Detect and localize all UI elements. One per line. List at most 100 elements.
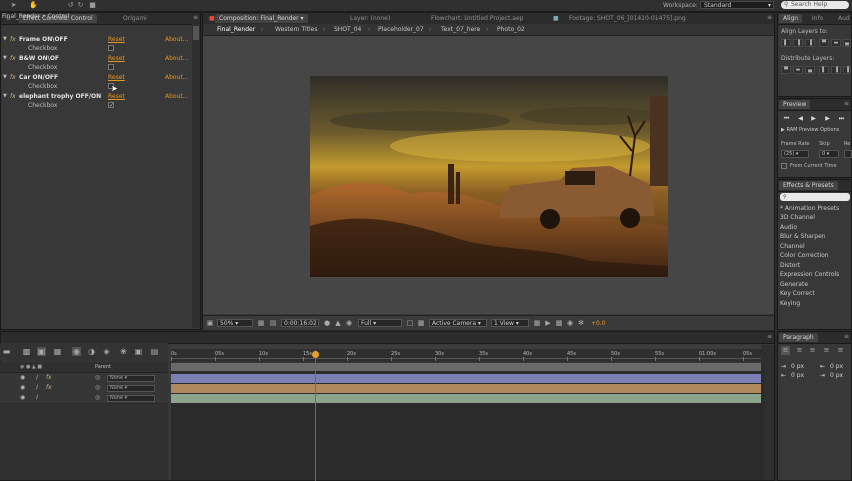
preset-category[interactable]: Channel [780,242,850,251]
show-snapshot-icon[interactable]: ▲ [334,319,342,327]
about-link[interactable]: About... [165,92,188,101]
preset-category[interactable]: Audio [780,223,850,232]
fx-icon[interactable]: fx [10,73,16,82]
visibility-icon[interactable]: ◉ [20,383,25,393]
distribute-top-icon[interactable]: ▀ [781,66,791,74]
shy-icon[interactable]: ∕ [36,383,38,393]
shy-icon[interactable]: ∕ [36,393,38,403]
parent-select[interactable]: None ▾ [107,385,155,392]
tab-paragraph[interactable]: Paragraph [779,333,818,342]
region-of-interest-icon[interactable]: □ [406,319,414,327]
tab-preview[interactable]: Preview [779,100,811,109]
from-current-checkbox[interactable] [781,163,787,169]
safe-margins-icon[interactable]: ▦ [257,319,265,327]
collapse-triangle-icon[interactable]: ▼ [3,35,7,44]
align-top-icon[interactable]: ▀ [819,39,829,47]
align-right-icon[interactable]: ▐ [805,39,815,47]
grid-icon[interactable]: ▤ [269,319,277,327]
tab-layer[interactable]: Layer: (none) [346,14,394,23]
previous-frame-icon[interactable]: ◀ [795,115,806,123]
indent-left-value[interactable]: 0 px [791,363,804,370]
brainstorm-icon[interactable]: ❀ [119,347,128,356]
layer-bar[interactable] [171,394,761,403]
about-link[interactable]: About... [165,54,188,63]
rotate-tool-icon[interactable]: ↺ [66,1,75,9]
current-time-indicator[interactable] [315,350,316,481]
work-area-bar[interactable] [171,345,761,349]
fx-icon[interactable]: fx [46,373,52,383]
panel-menu-icon[interactable]: ≡ [767,14,772,21]
transparency-grid-icon[interactable]: ▩ [417,319,425,327]
flowchart-icon[interactable]: ◉ [566,319,574,327]
hide-shy-icon[interactable]: ◉ [72,347,81,356]
toggle-pixel-icon[interactable]: ▦ [533,319,541,327]
camera-tool-icon[interactable]: ■ [88,1,97,9]
workspace-select[interactable]: Standard ▾ [700,1,774,9]
panel-menu-icon[interactable]: ≡ [193,14,198,21]
timeline-layer-row[interactable]: ◉ ∕ ◎ None ▾ [0,393,168,404]
space-after-value[interactable]: 0 px [830,372,843,379]
distribute-right-icon[interactable]: ▐ [843,66,851,74]
layer-bar[interactable] [171,384,761,393]
tab-align[interactable]: Align [779,14,803,23]
composition-viewer[interactable] [203,36,774,314]
align-center-text-icon[interactable]: ≡ [795,346,804,355]
time-ruler[interactable]: 0s 05s 10s 15s 20s 25s 30s 35s 40s 45s 50s 55s 01:00… [171,345,764,362]
effect-row-car[interactable]: ▼ fx Car ON/OFF Reset About... [0,73,191,82]
timeline-search-icon[interactable]: ▬ [2,347,11,356]
effect-checkbox-checked[interactable]: ✓ [108,102,114,109]
camera-select[interactable]: Active Camera ▾ [429,319,487,327]
crumb-photo[interactable]: Photo_02 [497,26,525,33]
tab-audio[interactable]: Aud [834,14,852,23]
zoom-select[interactable]: 50% ▾ [217,319,253,327]
effect-row-elephant[interactable]: ▼ fx elephant trophy OFF/ON Reset About.… [0,92,191,101]
preset-category[interactable]: Keying [780,299,850,308]
tab-origami[interactable]: Origami [119,14,151,23]
parent-select[interactable]: None ▾ [107,375,155,382]
preset-category[interactable]: Generate [780,280,850,289]
fx-icon[interactable]: fx [46,383,52,393]
panel-menu-icon[interactable]: ≡ [844,333,849,340]
comp-mini-flowchart-icon[interactable]: ▩ [22,347,31,356]
justify-text-icon[interactable]: ≡ [822,346,831,355]
effect-scrollbar[interactable] [192,24,200,328]
effect-row-bw[interactable]: ▼ fx B&W ON\OF Reset About... [0,54,191,63]
tab-effects-presets[interactable]: Effects & Presets [779,181,838,190]
preset-category[interactable]: Distort [780,261,850,270]
align-vcenter-icon[interactable]: ▬ [831,39,841,47]
reset-exposure-icon[interactable]: ✻ [577,319,585,327]
crumb-final-render[interactable]: Final_Render [217,26,255,33]
crumb-placeholder[interactable]: Placeholder_07 [378,26,424,33]
collapse-triangle-icon[interactable]: ▼ [3,92,7,101]
tab-flowchart[interactable]: Flowchart: Untitled Project.aep [427,14,527,23]
justify-all-icon[interactable]: ≡ [836,346,845,355]
fx-icon[interactable]: fx [10,54,16,63]
effect-checkbox[interactable] [108,64,114,70]
parent-pickwhip-icon[interactable]: ◎ [95,383,100,393]
play-icon[interactable]: ▶ [808,115,819,123]
reset-link[interactable]: Reset [108,35,125,44]
crumb-text[interactable]: Text_07_here [441,26,480,33]
visibility-icon[interactable]: ◉ [20,373,25,383]
align-left-text-icon[interactable]: ≡ [781,346,790,355]
auto-keyframe-icon[interactable]: ▣ [134,347,143,356]
crumb-shot-04[interactable]: SHOT_04 [334,26,361,33]
preset-category[interactable]: Blur & Sharpen [780,232,850,241]
crumb-western-titles[interactable]: Western Titles [275,26,318,33]
hand-tool-icon[interactable]: ✋ [29,1,38,9]
about-link[interactable]: About... [165,35,188,44]
resolution-select[interactable]: Full ▾ [358,319,402,327]
next-frame-icon[interactable]: ▶ [822,115,833,123]
collapse-triangle-icon[interactable]: ▼ [3,54,7,63]
parent-pickwhip-icon[interactable]: ◎ [95,393,100,403]
about-link[interactable]: About... [165,73,188,82]
motion-blur-icon[interactable]: ◈ [102,347,111,356]
redo-icon[interactable]: ↻ [76,1,85,9]
fx-icon[interactable]: fx [10,35,16,44]
timecode-field[interactable]: 0:00:16:02 [281,319,319,327]
fast-preview-icon[interactable]: ▶ [544,319,552,327]
always-preview-icon[interactable]: ▣ [206,319,214,327]
live-update-icon[interactable]: ▣ [37,347,46,356]
resolution-select-preview[interactable] [844,150,852,158]
selection-tool-icon[interactable]: ➤ [9,1,18,9]
